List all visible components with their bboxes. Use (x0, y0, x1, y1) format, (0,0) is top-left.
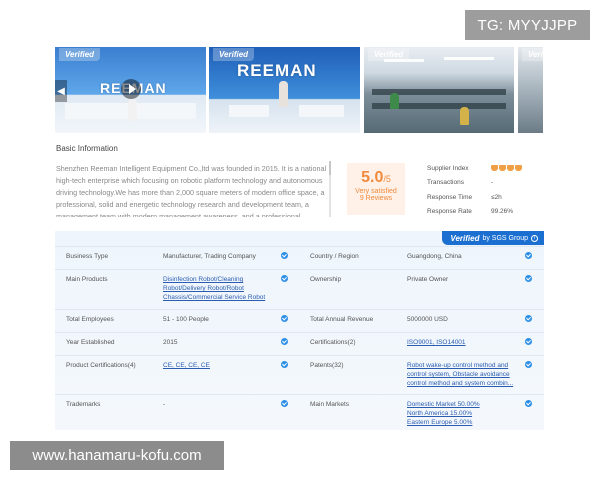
sgs-verified-badge[interactable]: Verified by SGS Group i (442, 231, 544, 245)
diamond-icon (491, 165, 498, 172)
verified-tag: Verified (213, 48, 255, 61)
rating-label: Very satisfied (355, 188, 397, 195)
brand-logo-text: REEMAN (237, 61, 317, 80)
info-row: Product Certifications(4) CE, CE, CE, CE P… (55, 355, 544, 394)
info-value[interactable]: Domestic Market 50.00% North America 15.0… (407, 400, 515, 427)
section-title-basic-information: Basic Information (56, 144, 118, 153)
info-label: Product Certifications(4) (66, 362, 136, 369)
gallery-photo-thumb[interactable]: Verified (518, 47, 543, 133)
verified-check-icon (525, 400, 532, 407)
info-row: Business Type Manufacturer, Trading Compa… (55, 246, 544, 269)
info-value: Guangdong, China (407, 253, 462, 260)
intro-scrollbar[interactable] (329, 161, 331, 217)
company-intro: Shenzhen Reeman Intelligent Equipment Co… (56, 164, 327, 217)
info-label: Total Employees (66, 316, 114, 323)
info-label: Certifications(2) (310, 339, 356, 346)
info-value[interactable]: Robot wake-up control method and control … (407, 361, 515, 388)
verified-check-icon (281, 252, 288, 259)
info-row: Total Employees 51 - 100 People Total Annu… (55, 309, 544, 332)
stat-row: Transactions - (427, 179, 494, 187)
info-value: Private Owner (407, 276, 449, 283)
info-label: Year Established (66, 339, 115, 346)
verified-check-icon (281, 361, 288, 368)
verified-check-icon (525, 275, 532, 282)
verified-tag: Verified (59, 48, 101, 61)
watermark-bottom: www.hanamaru-kofu.com (10, 441, 224, 470)
supplier-index-diamonds (491, 165, 522, 172)
info-value: 51 - 100 People (163, 316, 209, 323)
rating-score: 5.0/5 (361, 169, 391, 186)
info-label: Main Markets (310, 401, 350, 408)
verified-check-icon (525, 315, 532, 322)
info-value: Manufacturer, Trading Company (163, 253, 256, 260)
info-row: Main Products Disinfection Robot/Cleaning… (55, 269, 544, 309)
info-value: 5000000 USD (407, 316, 448, 323)
verified-check-icon (281, 338, 288, 345)
info-value: - (163, 401, 166, 408)
rating-reviews-link[interactable]: 9 Reviews (347, 195, 405, 202)
verified-info-table: Verified by SGS Group i Business Type Man… (55, 231, 544, 430)
stat-row: Response Rate 99.26% (427, 208, 514, 216)
info-label: Main Products (66, 276, 108, 283)
verified-check-icon (525, 252, 532, 259)
info-label: Trademarks (66, 401, 101, 408)
diamond-icon (515, 165, 522, 172)
verified-check-icon (525, 338, 532, 345)
info-label: Business Type (66, 253, 109, 260)
info-value: 2015 (163, 339, 178, 346)
play-icon[interactable] (121, 79, 141, 99)
verified-check-icon (281, 400, 288, 407)
info-icon[interactable]: i (531, 234, 538, 242)
info-label: Ownership (310, 276, 342, 283)
info-value[interactable]: Disinfection Robot/Cleaning Robot/Deliver… (163, 275, 281, 302)
photo-gallery: Verified REEMAN ◀ Verified REEMAN Verifi… (55, 47, 543, 133)
stat-row: Response Time ≤2h (427, 193, 502, 201)
verified-tag: Verified (522, 48, 543, 61)
stat-row: Supplier Index (427, 161, 545, 176)
rating-box: 5.0/5 Very satisfied 9 Reviews (347, 163, 405, 215)
gallery-photo-thumb[interactable]: Verified REEMAN (209, 47, 360, 133)
diamond-icon (499, 165, 506, 172)
supplier-stats: Supplier Index Transactions - Response Ti… (427, 161, 545, 219)
info-label: Country / Region (310, 253, 359, 260)
info-label: Patents(32) (310, 362, 344, 369)
verified-check-icon (281, 275, 288, 282)
watermark-top: TG: MYYJJPP (465, 10, 590, 40)
info-value[interactable]: ISO9001, ISO14001 (407, 338, 515, 347)
gallery-video-thumb[interactable]: Verified REEMAN ◀ (55, 47, 206, 133)
diamond-icon (507, 165, 514, 172)
verified-check-icon (281, 315, 288, 322)
gallery-photo-thumb[interactable]: Verified (364, 47, 514, 133)
gallery-prev-arrow[interactable]: ◀ (55, 80, 67, 102)
info-label: Total Annual Revenue (310, 316, 374, 323)
verified-check-icon (525, 361, 532, 368)
info-row: Year Established 2015 Certifications(2) ISO… (55, 332, 544, 355)
info-value[interactable]: CE, CE, CE, CE (163, 361, 281, 370)
info-row: Trademarks - Main Markets Domestic Market 5… (55, 394, 544, 430)
